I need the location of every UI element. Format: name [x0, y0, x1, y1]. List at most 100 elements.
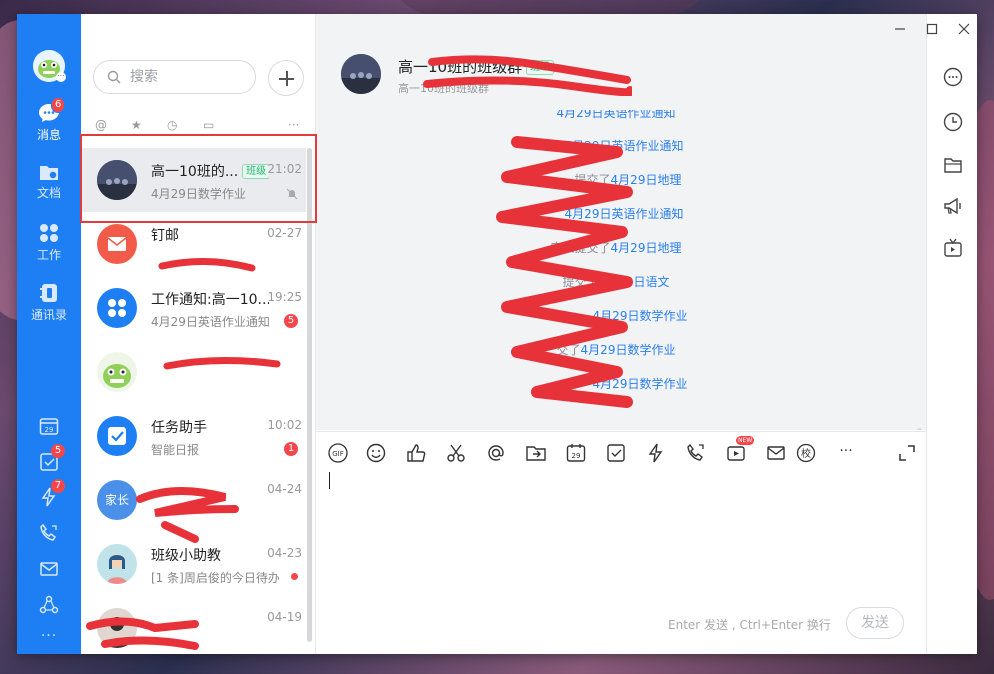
- voice-call-icon[interactable]: [685, 442, 707, 464]
- message-input[interactable]: [316, 472, 926, 602]
- mention-icon[interactable]: [485, 442, 507, 464]
- send-button[interactable]: 发送: [846, 607, 904, 639]
- nav-calendar[interactable]: 29: [17, 416, 81, 436]
- scissors-icon[interactable]: [445, 442, 467, 464]
- conversation-time: 19:25: [267, 290, 302, 304]
- nav-contacts[interactable]: 通讯录: [17, 282, 81, 323]
- search-input[interactable]: 搜索: [93, 60, 256, 94]
- more-tools-icon[interactable]: ···: [835, 442, 857, 464]
- system-message: 家长提交了4月29日地理: [316, 239, 916, 256]
- search-icon: [107, 70, 121, 84]
- message-link[interactable]: 4月29日语文: [599, 275, 670, 289]
- minimize-icon[interactable]: [893, 22, 907, 36]
- nav-docs[interactable]: 文档: [17, 162, 81, 201]
- history-clock-icon[interactable]: [942, 111, 964, 133]
- conversation-item[interactable]: 任务助手 10:02 智能日报 1: [81, 404, 306, 468]
- more-dots-icon[interactable]: ···: [17, 628, 81, 644]
- nav-label: 消息: [36, 128, 61, 142]
- conversation-item[interactable]: 04-19: [81, 596, 306, 654]
- files-folder-icon[interactable]: [942, 154, 964, 176]
- group-avatar[interactable]: [341, 54, 381, 94]
- nav-todo[interactable]: [17, 452, 81, 472]
- at-icon[interactable]: @: [95, 118, 107, 132]
- message-link[interactable]: 4月29日数学作业: [581, 343, 676, 357]
- list-scrollbar[interactable]: [307, 148, 312, 642]
- unread-badge: 1: [284, 442, 298, 456]
- gif-icon[interactable]: GIF: [327, 442, 349, 464]
- conversation-item[interactable]: 家长 04-24: [81, 468, 306, 532]
- system-message: 提交了4月29日地理: [328, 171, 926, 188]
- add-button[interactable]: [268, 60, 304, 96]
- nav-org[interactable]: [17, 595, 81, 615]
- announcement-icon[interactable]: [942, 195, 964, 217]
- school-icon[interactable]: 校: [795, 442, 817, 464]
- task-check-icon[interactable]: [605, 442, 627, 464]
- ding-badge: 7: [51, 479, 65, 493]
- maximize-icon[interactable]: [925, 22, 939, 36]
- ding-lightning-icon[interactable]: [645, 442, 667, 464]
- envelope-icon: [107, 237, 127, 251]
- conversation-item[interactable]: 高一10班的... 班级 21:02 4月29日数学作业: [81, 148, 306, 212]
- nav-ding[interactable]: [17, 487, 81, 507]
- conversation-name: 高一10班的... 班级: [151, 161, 269, 181]
- chat-pane: 高一10班的班级群 班级 高一10班的班级群 4月29日英语作业通知 4月29日英…: [316, 14, 926, 654]
- conversation-preview: [1 条]周启俊的今日待办: [151, 571, 279, 585]
- message-link[interactable]: 4月29日地理: [611, 241, 682, 255]
- conversation-name: 班级小助教: [151, 548, 221, 564]
- system-message: 交了4月29日数学作业: [316, 341, 916, 358]
- conversation-item[interactable]: [81, 340, 306, 404]
- message-link[interactable]: 4月29日数学作业: [593, 377, 688, 391]
- unread-dot: [291, 573, 298, 580]
- thumbs-up-icon[interactable]: [405, 442, 427, 464]
- message-link[interactable]: 4月29日英语作业通知: [565, 139, 684, 153]
- input-hint: Enter 发送 , Ctrl+Enter 换行: [668, 618, 831, 632]
- message-scrollbar[interactable]: [917, 428, 922, 430]
- more-filter-icon[interactable]: ···: [288, 118, 299, 132]
- conversation-item[interactable]: 工作通知:高一10... 19:25 4月29日英语作业通知 5: [81, 276, 306, 340]
- message-link[interactable]: 4月29日英语作业通知: [557, 110, 676, 120]
- emoji-icon[interactable]: [365, 442, 387, 464]
- group-title[interactable]: 高一10班的班级群 班级: [398, 56, 555, 77]
- contact-avatar: [97, 352, 137, 392]
- contacts-book-icon: [40, 284, 57, 302]
- star-icon[interactable]: ★: [131, 118, 142, 132]
- conversation-item[interactable]: 班级小助教 04-23 [1 条]周启俊的今日待办: [81, 532, 306, 596]
- conversation-preview: 4月29日数学作业: [151, 187, 246, 201]
- folder-icon: [40, 166, 58, 180]
- nav-work[interactable]: 工作: [17, 222, 81, 263]
- file-icon[interactable]: ▭: [203, 118, 214, 132]
- message-prefix: 家长提交了: [550, 241, 611, 255]
- expand-icon[interactable]: [896, 442, 918, 464]
- org-network-icon: [39, 595, 59, 614]
- nav-mail[interactable]: [17, 559, 81, 579]
- filter-row: @ ★ ◷ ▭ ···: [93, 118, 306, 132]
- calendar-day: 29: [572, 452, 581, 460]
- message-prefix: 提交了: [562, 275, 599, 289]
- nav-phone[interactable]: [17, 523, 81, 543]
- message-link[interactable]: 4月29日数学作业: [593, 309, 688, 323]
- conversation-time: 04-19: [267, 610, 302, 624]
- message-link[interactable]: 4月29日英语作业通知: [565, 207, 684, 221]
- class-tag: 班级: [242, 164, 269, 179]
- nav-messages[interactable]: 消息: [17, 102, 81, 143]
- live-tv-icon[interactable]: [942, 237, 964, 259]
- conversation-time: 04-23: [267, 546, 302, 560]
- send-file-icon[interactable]: [525, 442, 547, 464]
- search-placeholder: 搜索: [130, 69, 158, 85]
- live-video-icon[interactable]: [725, 442, 747, 464]
- message-prefix: 交了: [556, 343, 581, 357]
- mute-bell-icon: [286, 188, 298, 200]
- composer-toolbar: GIF 29 校 ···: [316, 431, 926, 471]
- more-options-icon[interactable]: [942, 66, 964, 88]
- message-link[interactable]: 4月29日地理: [611, 173, 682, 187]
- close-icon[interactable]: [957, 22, 971, 36]
- conversation-name: 工作通知:高一10...: [151, 292, 269, 308]
- text-caret: [329, 472, 330, 489]
- conversation-item[interactable]: 钉邮 02-27: [81, 212, 306, 276]
- checkbox-icon: [108, 427, 126, 445]
- mail-icon[interactable]: [765, 442, 787, 464]
- work-notice-avatar: [97, 288, 137, 328]
- calendar-icon[interactable]: 29: [565, 442, 587, 464]
- clock-icon[interactable]: ◷: [167, 118, 177, 132]
- conversation-name: 任务助手: [151, 420, 207, 436]
